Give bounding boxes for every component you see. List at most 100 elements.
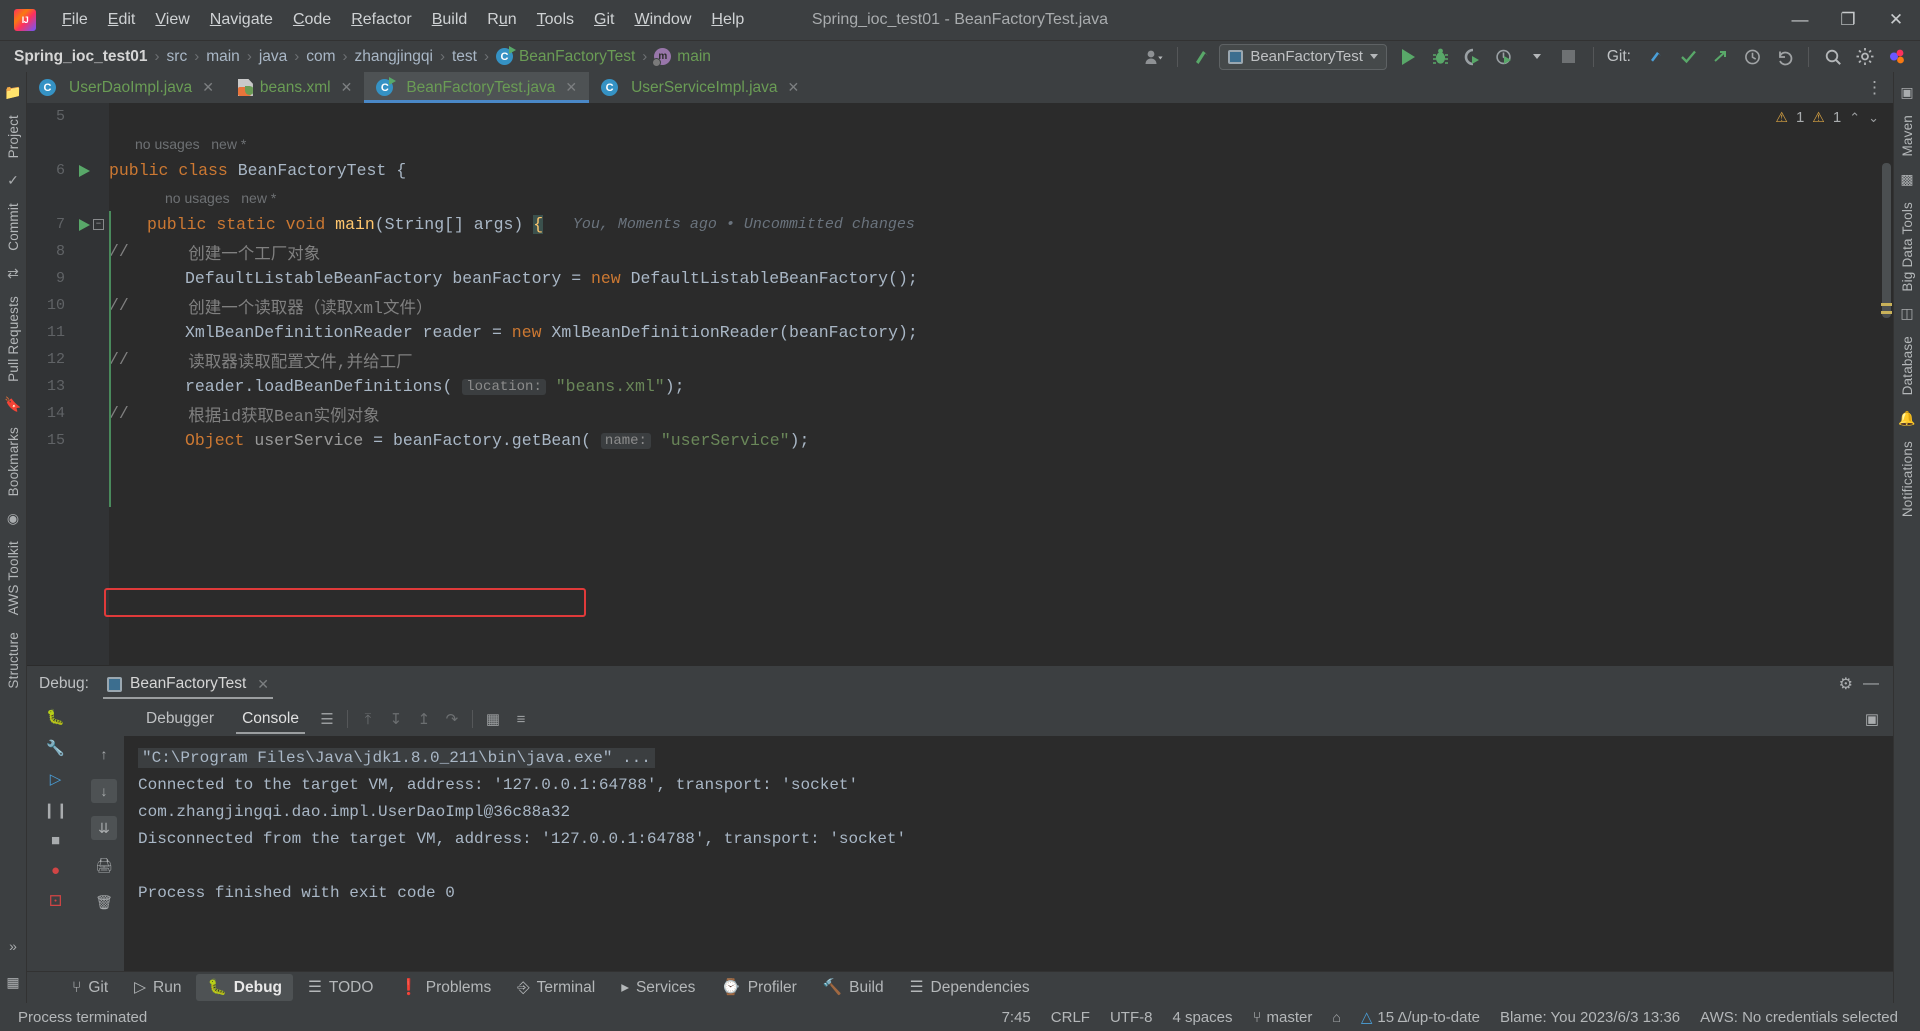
breakpoints-icon[interactable]: ●: [51, 862, 60, 879]
menu-item-tools[interactable]: Tools: [527, 7, 584, 33]
breadcrumb-java[interactable]: java: [259, 48, 287, 66]
run-button[interactable]: [1394, 44, 1424, 70]
warning-stripe-marker[interactable]: [1881, 311, 1892, 314]
editor-tab-beans-xml[interactable]: beans.xml ✕: [226, 72, 364, 103]
settings-gear-icon[interactable]: [1850, 44, 1880, 70]
undo-icon[interactable]: [1769, 44, 1799, 70]
sidebar-item-database[interactable]: Database: [1900, 328, 1915, 403]
notifications-bell-icon[interactable]: 🔔: [1898, 410, 1915, 427]
editor-tab-beanfactorytest[interactable]: C BeanFactoryTest.java ✕: [364, 72, 590, 103]
menu-item-edit[interactable]: Edit: [98, 7, 146, 33]
vcs-status-widget[interactable]: △ 15 Δ/up-to-date: [1351, 1008, 1490, 1026]
menu-item-navigate[interactable]: Navigate: [200, 7, 283, 33]
editor-tab-userserviceimpl[interactable]: C UserServiceImpl.java ✕: [589, 72, 811, 103]
debug-session-tab[interactable]: BeanFactoryTest ✕: [99, 669, 277, 699]
tool-window-git[interactable]: ⑂ Git: [61, 975, 119, 1001]
tool-window-todo[interactable]: ☰ TODO: [297, 974, 384, 1001]
line-separator[interactable]: CRLF: [1041, 1009, 1100, 1026]
mute-breakpoints-icon[interactable]: ⚀: [49, 892, 62, 910]
sidebar-item-bookmarks[interactable]: Bookmarks: [6, 419, 21, 504]
wrench-icon[interactable]: 🔧: [46, 739, 65, 757]
aws-credentials-widget[interactable]: AWS: No credentials selected: [1690, 1009, 1908, 1026]
history-icon[interactable]: [1737, 44, 1767, 70]
breadcrumb-main[interactable]: main: [206, 48, 240, 66]
breadcrumb-method[interactable]: main: [677, 48, 711, 66]
minimize-button[interactable]: —: [1776, 0, 1824, 40]
breadcrumb-src[interactable]: src: [167, 48, 188, 66]
editor-gutter[interactable]: 5 6 7 − 8 9 10 11 12 13 14 15: [27, 103, 109, 665]
more-tool-windows-icon[interactable]: »: [9, 938, 17, 954]
update-project-icon[interactable]: [1187, 44, 1217, 70]
file-encoding[interactable]: UTF-8: [1100, 1009, 1163, 1026]
usage-hint[interactable]: no usages new *: [135, 136, 246, 152]
user-avatar-icon[interactable]: [1138, 44, 1168, 70]
menu-item-code[interactable]: Code: [283, 7, 341, 33]
layout-icon[interactable]: ▦: [6, 974, 19, 991]
sidebar-item-maven[interactable]: Maven: [1900, 107, 1915, 165]
parameter-hint[interactable]: location:: [462, 378, 546, 395]
stop-icon[interactable]: ■: [51, 832, 60, 849]
maximize-button[interactable]: ❐: [1824, 0, 1872, 40]
menu-item-git[interactable]: Git: [584, 7, 624, 33]
tool-window-build[interactable]: 🔨 Build: [812, 974, 895, 1001]
breadcrumb-class[interactable]: BeanFactoryTest: [519, 48, 635, 66]
console-layout-icon[interactable]: ▣: [1865, 710, 1893, 728]
pull-requests-icon[interactable]: ⇄: [7, 265, 19, 282]
breadcrumb-com[interactable]: com: [306, 48, 335, 66]
tool-window-problems[interactable]: ❗ Problems: [388, 974, 502, 1001]
run-configuration-selector[interactable]: BeanFactoryTest: [1219, 43, 1387, 70]
sidebar-item-notifications[interactable]: Notifications: [1900, 433, 1915, 525]
menu-item-help[interactable]: Help: [701, 7, 754, 33]
pause-icon[interactable]: ❙❙: [43, 801, 68, 819]
git-push-icon[interactable]: [1705, 44, 1735, 70]
debug-button[interactable]: [1426, 44, 1456, 70]
tool-window-dependencies[interactable]: ☰ Dependencies: [899, 974, 1041, 1001]
project-folder-icon[interactable]: 📁: [4, 84, 21, 101]
read-only-lock-icon[interactable]: ⌂: [1322, 1009, 1350, 1025]
close-button[interactable]: ✕: [1872, 0, 1920, 40]
trash-icon[interactable]: 🗑: [91, 890, 117, 914]
stop-button[interactable]: [1554, 44, 1584, 70]
menu-item-view[interactable]: View: [145, 7, 199, 33]
close-icon[interactable]: ✕: [341, 79, 353, 96]
tool-window-terminal[interactable]: ⎆ Terminal: [506, 975, 606, 1001]
menu-item-build[interactable]: Build: [422, 7, 478, 33]
print-icon[interactable]: 🖨: [91, 853, 117, 877]
run-to-cursor-icon[interactable]: ↷: [438, 706, 466, 732]
run-with-coverage-button[interactable]: [1458, 44, 1488, 70]
next-problem-icon[interactable]: ⌄: [1868, 110, 1879, 126]
profiler-dropdown-icon[interactable]: [1522, 44, 1552, 70]
big-data-tools-icon[interactable]: ▩: [1900, 171, 1913, 188]
sidebar-item-pull-requests[interactable]: Pull Requests: [6, 288, 21, 390]
sidebar-item-commit[interactable]: Commit: [6, 195, 21, 259]
scroll-to-end-icon[interactable]: ↓: [91, 779, 117, 803]
parameter-hint[interactable]: name:: [600, 432, 651, 449]
minimize-tool-window-icon[interactable]: —: [1863, 675, 1879, 693]
tab-console[interactable]: Console: [228, 704, 313, 734]
bookmarks-icon[interactable]: 🔖: [4, 396, 21, 413]
warning-stripe-marker[interactable]: [1881, 303, 1892, 306]
tab-debugger[interactable]: Debugger: [132, 704, 228, 734]
git-branch-widget[interactable]: ⑂ master: [1243, 1009, 1323, 1026]
tool-window-profiler[interactable]: ⌚ Profiler: [710, 974, 807, 1001]
sidebar-item-aws-toolkit[interactable]: AWS Toolkit: [6, 533, 21, 623]
close-icon[interactable]: ✕: [565, 79, 577, 96]
indent-setting[interactable]: 4 spaces: [1162, 1009, 1242, 1026]
maven-icon[interactable]: ▣: [1900, 84, 1913, 101]
resume-icon[interactable]: ▷: [50, 770, 62, 788]
editor-scrollbar[interactable]: [1880, 103, 1893, 665]
menu-item-refactor[interactable]: Refactor: [341, 7, 421, 33]
scrollbar-thumb[interactable]: [1882, 163, 1891, 318]
breadcrumb-test[interactable]: test: [452, 48, 477, 66]
database-icon[interactable]: ◫: [1900, 305, 1913, 322]
tool-window-run[interactable]: ▷ Run: [123, 974, 192, 1001]
step-over-icon[interactable]: ⤒: [354, 706, 382, 732]
aws-toolkit-icon[interactable]: ◉: [7, 510, 19, 527]
breadcrumb-zhangjingqi[interactable]: zhangjingqi: [355, 48, 433, 66]
editor-tabs-more-icon[interactable]: ⋮: [1866, 72, 1893, 103]
soft-wrap-icon[interactable]: ⇊: [91, 816, 117, 840]
close-icon[interactable]: ✕: [202, 79, 214, 96]
console-output[interactable]: "C:\Program Files\Java\jdk1.8.0_211\bin\…: [124, 736, 1893, 971]
previous-problem-icon[interactable]: ⌃: [1849, 110, 1860, 126]
breadcrumb-project[interactable]: Spring_ioc_test01: [14, 48, 148, 66]
